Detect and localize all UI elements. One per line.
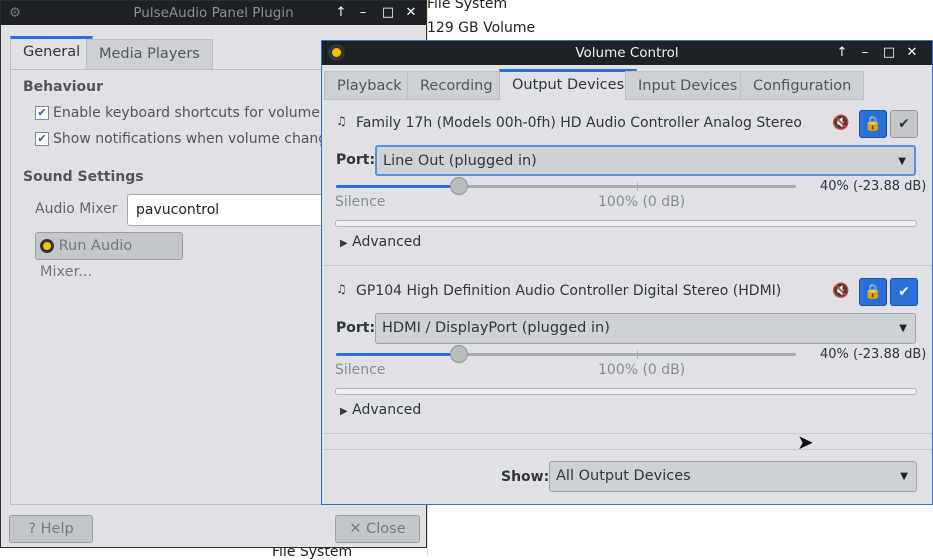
tab-output-devices[interactable]: Output Devices — [499, 69, 638, 100]
tab-general[interactable]: General — [10, 36, 94, 70]
volume-readout: 40% (-23.88 dB) — [820, 347, 927, 362]
device-name: Family 17h (Models 00h-0fh) HD Audio Con… — [356, 115, 802, 131]
advanced-expander[interactable]: ▶ Advanced — [340, 402, 421, 418]
title-bar: Volume Control ↑ – □ ✕ — [322, 41, 932, 65]
tab-media-players[interactable]: Media Players — [86, 39, 213, 70]
speaker-icon — [40, 239, 54, 253]
mouse-cursor: ➤ — [797, 430, 814, 454]
title-bar: ⚙ PulseAudio Panel Plugin ↑ – □ ✕ — [1, 1, 426, 25]
keyboard-shortcuts-checkbox[interactable]: ✔ Enable keyboard shortcuts for volume co — [35, 105, 341, 121]
keep-above-icon[interactable]: ↑ — [331, 1, 351, 25]
minimize-icon[interactable]: – — [353, 1, 373, 25]
close-icon[interactable]: ✕ — [902, 41, 922, 65]
volume-control-window: Volume Control ↑ – □ ✕ Playback Recordin… — [321, 40, 933, 505]
port-select[interactable]: HDMI / DisplayPort (plugged in) ▼ — [375, 313, 916, 344]
tab-input-devices[interactable]: Input Devices — [625, 71, 751, 100]
hundred-percent-label: 100% (0 dB) — [598, 362, 686, 378]
help-button[interactable]: ? Help — [9, 515, 93, 543]
window-title: PulseAudio Panel Plugin — [133, 5, 294, 21]
volume-slider-handle[interactable] — [450, 177, 468, 195]
peak-meter — [335, 388, 917, 395]
audio-mixer-input[interactable]: pavucontrol — [127, 194, 337, 226]
music-note-icon: ♫ — [336, 114, 347, 128]
show-select[interactable]: All Output Devices ▼ — [549, 461, 917, 492]
lock-channels-button[interactable]: 🔒 — [859, 110, 887, 138]
mute-icon[interactable]: 🔇 — [832, 283, 849, 299]
mute-icon[interactable]: 🔇 — [832, 115, 849, 131]
silence-label: Silence — [335, 362, 386, 378]
sound-settings-heading: Sound Settings — [23, 169, 144, 185]
app-icon — [328, 44, 345, 61]
set-default-button[interactable]: ✔ — [890, 278, 918, 306]
run-audio-mixer-button[interactable]: Run Audio Mixer... — [35, 232, 183, 280]
close-button[interactable]: ✕ Close — [335, 515, 420, 543]
audio-mixer-label: Audio Mixer — [35, 201, 118, 217]
close-x-icon: ✕ — [349, 521, 362, 537]
tab-playback[interactable]: Playback — [324, 71, 415, 100]
advanced-expander[interactable]: ▶ Advanced — [340, 234, 421, 250]
file-system-item[interactable]: File System — [427, 0, 507, 12]
port-select[interactable]: Line Out (plugged in) ▼ — [375, 145, 916, 176]
set-default-button[interactable]: ✔ — [890, 110, 918, 138]
maximize-icon[interactable]: □ — [378, 1, 398, 25]
keep-above-icon[interactable]: ↑ — [832, 41, 852, 65]
port-label: Port: — [336, 320, 376, 336]
volume-item[interactable]: 129 GB Volume — [427, 20, 535, 36]
show-label: Show: — [501, 469, 550, 485]
music-note-icon: ♫ — [336, 282, 347, 296]
peak-meter — [335, 220, 917, 227]
volume-readout: 40% (-23.88 dB) — [820, 179, 927, 194]
behaviour-heading: Behaviour — [23, 79, 103, 95]
close-icon[interactable]: ✕ — [401, 1, 421, 25]
window-title: Volume Control — [575, 45, 679, 61]
maximize-icon[interactable]: □ — [879, 41, 899, 65]
silence-label: Silence — [335, 194, 386, 210]
notifications-checkbox[interactable]: ✔ Show notifications when volume change — [35, 131, 336, 147]
lock-channels-button[interactable]: 🔒 — [859, 278, 887, 306]
help-icon: ? — [28, 521, 37, 537]
volume-slider-handle[interactable] — [450, 345, 468, 363]
gear-icon[interactable]: ⚙ — [9, 1, 21, 25]
device-name: GP104 High Definition Audio Controller D… — [356, 283, 782, 299]
hundred-percent-label: 100% (0 dB) — [598, 194, 686, 210]
tab-configuration[interactable]: Configuration — [740, 71, 865, 100]
minimize-icon[interactable]: – — [855, 41, 875, 65]
tab-recording[interactable]: Recording — [407, 71, 506, 100]
port-label: Port: — [336, 152, 376, 168]
